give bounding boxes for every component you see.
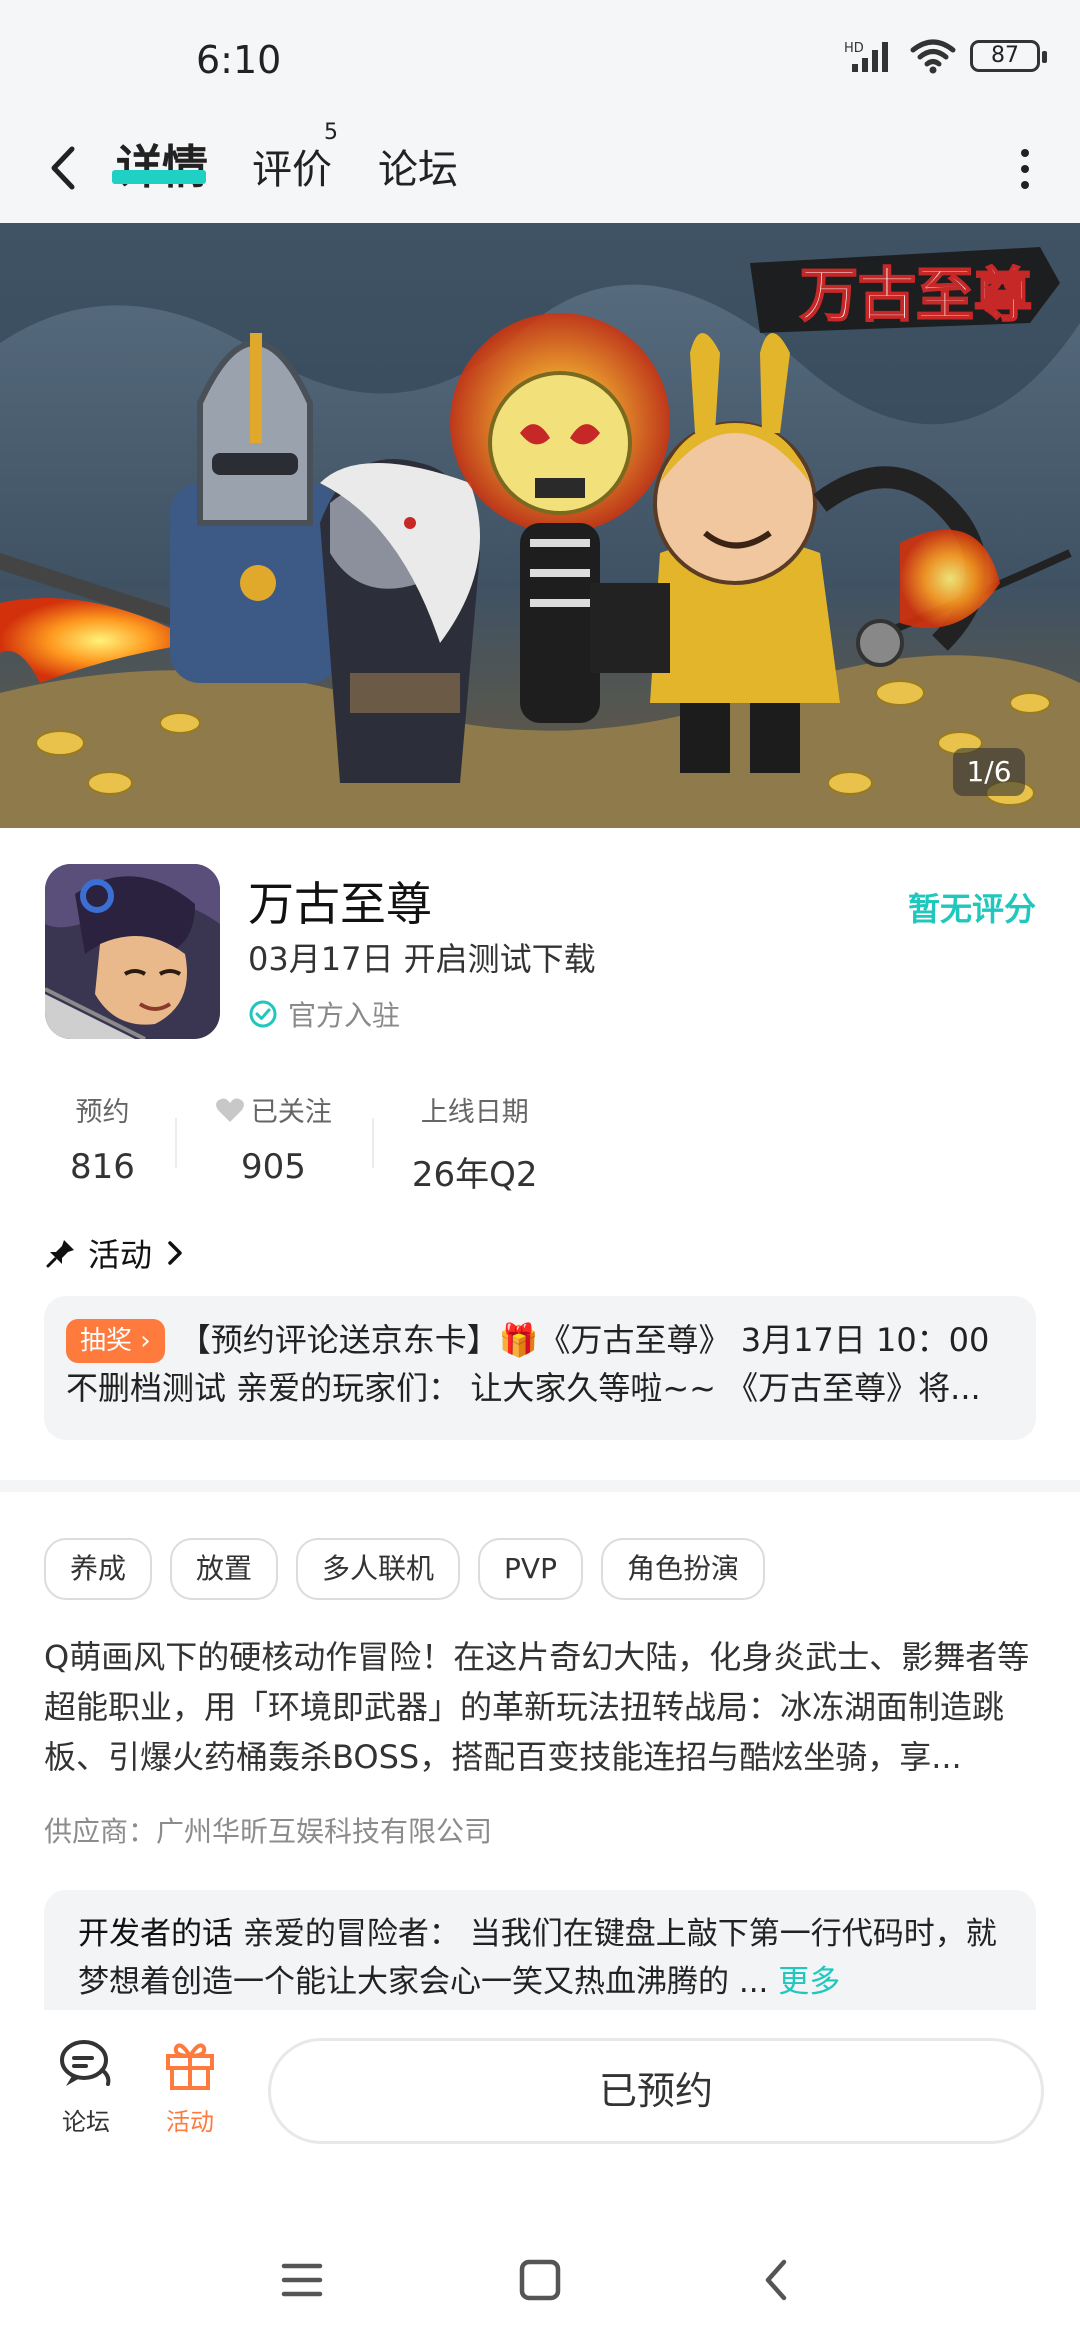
developer-note-title: 开发者的话 bbox=[78, 1916, 233, 1952]
tab-details[interactable]: 详情 bbox=[116, 131, 208, 197]
chevron-right-icon bbox=[168, 1241, 182, 1265]
status-time: 6:10 bbox=[196, 38, 282, 82]
system-navigation-bar bbox=[0, 2160, 1080, 2340]
active-tab-indicator bbox=[112, 170, 206, 184]
home-button[interactable] bbox=[510, 2250, 570, 2310]
activity-label: 活动 bbox=[166, 2108, 214, 2136]
supplier-label: 供应商：广州华昕互娱科技有限公司 bbox=[44, 1815, 493, 1848]
battery-indicator: 87 bbox=[970, 40, 1047, 72]
activity-button[interactable]: 活动 bbox=[150, 2038, 230, 2137]
banner-page-counter: 1/6 bbox=[953, 748, 1025, 796]
lottery-badge: 抽奖 › bbox=[66, 1319, 165, 1363]
app-icon bbox=[45, 864, 220, 1039]
forum-button[interactable]: 论坛 bbox=[46, 2038, 126, 2137]
tag-item[interactable]: 养成 bbox=[44, 1538, 153, 1600]
activity-line-1: 抽奖 › 【预约评论送京东卡】🎁《万古至尊》 3月17日 10：00 bbox=[66, 1316, 1014, 1364]
reserved-button[interactable]: 已预约 bbox=[268, 2038, 1044, 2144]
forum-icon bbox=[60, 2040, 111, 2086]
app-test-date: 03月17日 开启测试下载 bbox=[248, 940, 596, 978]
activity-text-1: 【预约评论送京东卡】🎁《万古至尊》 3月17日 10：00 bbox=[178, 1321, 990, 1359]
nav-back-icon bbox=[765, 2259, 787, 2301]
stat-value: 905 bbox=[240, 1147, 306, 1187]
top-navigation: 详情 评价 论坛 bbox=[0, 115, 1080, 223]
official-label: 官方入驻 bbox=[288, 999, 401, 1032]
stat-value: 26年Q2 bbox=[411, 1155, 538, 1195]
tab-reviews[interactable]: 评价 bbox=[252, 137, 332, 195]
developer-note-card[interactable]: 开发者的话 亲爱的冒险者： 当我们在键盘上敲下第一行代码时，就梦想着创造一个能让… bbox=[44, 1890, 1036, 2010]
banner-logo-text: 万古至尊 bbox=[800, 261, 1032, 329]
banner-artwork: 万古至尊 bbox=[0, 223, 1080, 828]
stat-value: 816 bbox=[70, 1147, 135, 1187]
tag-item[interactable]: 放置 bbox=[170, 1538, 279, 1600]
stat-followed[interactable]: 已关注 905 bbox=[174, 1090, 372, 1196]
more-link[interactable]: 更多 bbox=[778, 1964, 840, 2000]
tag-item[interactable]: 角色扮演 bbox=[600, 1538, 765, 1600]
banner-carousel[interactable]: 万古至尊 1/6 bbox=[0, 223, 1080, 828]
activity-card[interactable]: 抽奖 › 【预约评论送京东卡】🎁《万古至尊》 3月17日 10：00 不删档测试 … bbox=[44, 1296, 1036, 1440]
stats-row: 预约 816 已关注 905 上线日期 26年Q2 bbox=[40, 1090, 578, 1196]
menu-icon bbox=[281, 2263, 323, 2297]
tag-list: 养成 放置 多人联机 PVP 角色扮演 bbox=[44, 1538, 765, 1600]
official-badge: 官方入驻 bbox=[248, 994, 400, 1034]
network-label: HD bbox=[844, 41, 864, 56]
section-divider bbox=[0, 1480, 1080, 1492]
stat-label: 预约 bbox=[75, 1097, 130, 1128]
activity-header[interactable]: 活动 bbox=[46, 1230, 186, 1276]
stat-label: 已关注 bbox=[250, 1097, 332, 1128]
activity-title: 活动 bbox=[88, 1236, 153, 1274]
status-bar: 6:10 HD 87 bbox=[0, 0, 1080, 115]
heart-icon bbox=[215, 1098, 244, 1122]
app-icon-art bbox=[45, 864, 220, 1039]
rating-label[interactable]: 暂无评分 bbox=[908, 884, 1036, 930]
system-back-button[interactable] bbox=[748, 2250, 808, 2310]
menu-button[interactable] bbox=[272, 2250, 332, 2310]
back-button[interactable] bbox=[40, 133, 100, 203]
activity-text-2: 不删档测试 亲爱的玩家们： 让大家久等啦~~ 《万古至尊》将... bbox=[66, 1369, 981, 1407]
gift-icon bbox=[166, 2043, 214, 2090]
stat-label-wrap: 已关注 bbox=[215, 1090, 332, 1129]
status-icons: HD 87 bbox=[844, 38, 1047, 74]
tab-forum[interactable]: 论坛 bbox=[378, 137, 458, 195]
more-button[interactable] bbox=[1000, 137, 1050, 201]
verified-icon bbox=[249, 1000, 277, 1028]
app-info-section: 万古至尊 03月17日 开启测试下载 官方入驻 暂无评分 预约 816 已关注 … bbox=[0, 828, 1080, 1478]
stat-release-date: 上线日期 26年Q2 bbox=[371, 1090, 578, 1196]
pin-icon bbox=[46, 1240, 74, 1268]
game-description[interactable]: Q萌画风下的硬核动作冒险！在这片奇幻大陆，化身炎武士、影舞者等超能职业，用「环境… bbox=[44, 1632, 1040, 1782]
reviews-count-badge: 5 bbox=[324, 120, 338, 145]
bottom-action-bar: 论坛 活动 已预约 bbox=[0, 2010, 1080, 2160]
tag-item[interactable]: 多人联机 bbox=[296, 1538, 461, 1600]
stat-label: 上线日期 bbox=[420, 1097, 529, 1128]
home-icon bbox=[519, 2259, 561, 2301]
tag-item[interactable]: PVP bbox=[478, 1538, 583, 1600]
app-name: 万古至尊 bbox=[248, 877, 432, 931]
more-vertical-icon bbox=[1021, 149, 1029, 189]
signal-icon: HD bbox=[844, 41, 888, 72]
forum-label: 论坛 bbox=[62, 2108, 110, 2136]
wifi-icon bbox=[910, 39, 956, 74]
back-icon bbox=[51, 146, 75, 190]
stat-reservations: 预约 816 bbox=[40, 1090, 175, 1196]
